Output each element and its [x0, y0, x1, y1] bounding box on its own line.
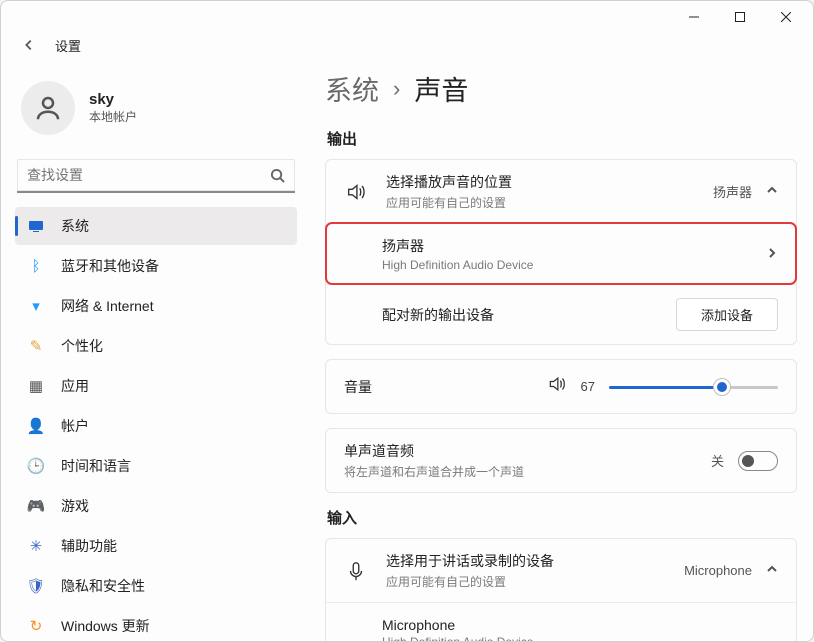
sidebar-item-label: 系统	[61, 216, 89, 236]
breadcrumb: 系统 › 声音	[325, 33, 797, 126]
sidebar-item-label: 隐私和安全性	[61, 576, 145, 596]
sidebar-item-system[interactable]: 系统	[15, 207, 297, 245]
gaming-icon: 🎮	[27, 497, 45, 515]
sidebar-item-bluetooth[interactable]: ᛒ 蓝牙和其他设备	[15, 247, 297, 285]
window-titlebar	[1, 1, 813, 33]
accounts-icon: 👤	[27, 417, 45, 435]
sidebar-item-apps[interactable]: ▦ 应用	[15, 367, 297, 405]
output-choose-row[interactable]: 选择播放声音的位置 应用可能有自己的设置 扬声器	[326, 160, 796, 223]
nav-list: 系统 ᛒ 蓝牙和其他设备 ▾ 网络 & Internet ✎ 个性化 ▦ 应用 👤 帐户 🕒 时间和语言…	[15, 207, 297, 633]
search-icon	[270, 168, 285, 183]
apps-icon: ▦	[27, 377, 45, 395]
volume-row[interactable]: 音量 67	[326, 360, 796, 413]
volume-value: 67	[581, 379, 595, 394]
sidebar-item-label: 游戏	[61, 496, 89, 516]
sidebar-item-privacy[interactable]: 🛡 隐私和安全性	[15, 567, 297, 605]
sidebar-item-accessibility[interactable]: ✳ 辅助功能	[15, 527, 297, 565]
output-choose-value: 扬声器	[713, 182, 752, 201]
breadcrumb-root[interactable]: 系统	[325, 69, 379, 108]
minimize-button[interactable]	[671, 1, 717, 33]
close-button[interactable]	[763, 1, 809, 33]
add-device-button[interactable]: 添加设备	[676, 298, 778, 331]
bluetooth-icon: ᛒ	[27, 257, 45, 275]
volume-card: 音量 67	[325, 359, 797, 414]
chevron-right-icon	[766, 247, 778, 262]
sidebar-item-label: 时间和语言	[61, 456, 131, 476]
output-device-sub: High Definition Audio Device	[382, 258, 748, 272]
mono-toggle[interactable]	[738, 451, 778, 471]
back-button[interactable]	[19, 35, 39, 55]
account-block[interactable]: sky 本地帐户	[15, 63, 297, 153]
sidebar-item-label: 辅助功能	[61, 536, 117, 556]
output-pair-title: 配对新的输出设备	[382, 305, 658, 325]
maximize-button[interactable]	[717, 1, 763, 33]
input-choose-sub: 应用可能有自己的设置	[386, 573, 666, 590]
sidebar-item-label: 个性化	[61, 336, 103, 356]
output-device-title: 扬声器	[382, 236, 748, 256]
input-device-title: Microphone	[382, 617, 778, 633]
chevron-right-icon: ›	[393, 76, 400, 102]
update-icon: ↻	[27, 617, 45, 633]
sidebar-item-label: 网络 & Internet	[61, 296, 154, 316]
accessibility-icon: ✳	[27, 537, 45, 555]
sidebar-item-label: 应用	[61, 376, 89, 396]
time-icon: 🕒	[27, 457, 45, 475]
sidebar-item-personalize[interactable]: ✎ 个性化	[15, 327, 297, 365]
volume-label: 音量	[344, 377, 434, 397]
sidebar-item-time[interactable]: 🕒 时间和语言	[15, 447, 297, 485]
sidebar-item-accounts[interactable]: 👤 帐户	[15, 407, 297, 445]
mono-title: 单声道音频	[344, 441, 693, 461]
output-choose-sub: 应用可能有自己的设置	[386, 194, 695, 211]
personalize-icon: ✎	[27, 337, 45, 355]
input-section-label: 输入	[327, 507, 797, 528]
input-choose-group: 选择用于讲话或录制的设备 应用可能有自己的设置 Microphone Micro…	[325, 538, 797, 641]
mono-card: 单声道音频 将左声道和右声道合并成一个声道 关	[325, 428, 797, 493]
microphone-icon	[344, 560, 368, 582]
sidebar-item-label: 帐户	[61, 416, 89, 436]
user-name: sky	[89, 91, 137, 108]
app-title: 设置	[55, 36, 81, 55]
avatar-icon	[21, 81, 75, 135]
mono-sub: 将左声道和右声道合并成一个声道	[344, 463, 693, 480]
breadcrumb-current: 声音	[414, 69, 468, 108]
input-device-sub: High Definition Audio Device	[382, 635, 778, 642]
sidebar-item-label: 蓝牙和其他设备	[61, 256, 159, 276]
search-field[interactable]	[27, 167, 270, 183]
output-choose-title: 选择播放声音的位置	[386, 172, 695, 192]
sidebar-item-label: Windows 更新	[61, 616, 150, 633]
input-choose-value: Microphone	[684, 563, 752, 578]
output-section-label: 输出	[327, 128, 797, 149]
input-device-row[interactable]: Microphone High Definition Audio Device	[326, 602, 796, 641]
user-type: 本地帐户	[89, 108, 137, 125]
input-choose-title: 选择用于讲话或录制的设备	[386, 551, 666, 571]
speaker-icon	[344, 181, 368, 203]
chevron-up-icon	[766, 184, 778, 199]
search-input[interactable]	[17, 159, 295, 193]
privacy-icon: 🛡	[27, 577, 45, 595]
mono-state: 关	[711, 451, 724, 470]
network-icon: ▾	[27, 297, 45, 315]
output-pair-row: 配对新的输出设备 添加设备	[326, 284, 796, 344]
sidebar-item-network[interactable]: ▾ 网络 & Internet	[15, 287, 297, 325]
mono-row[interactable]: 单声道音频 将左声道和右声道合并成一个声道 关	[326, 429, 796, 492]
volume-slider[interactable]	[609, 377, 778, 397]
sidebar-item-gaming[interactable]: 🎮 游戏	[15, 487, 297, 525]
sidebar-item-update[interactable]: ↻ Windows 更新	[15, 607, 297, 633]
volume-icon[interactable]	[547, 374, 567, 399]
chevron-up-icon	[766, 563, 778, 578]
output-choose-group: 选择播放声音的位置 应用可能有自己的设置 扬声器 扬声器 High Defini…	[325, 159, 797, 345]
system-icon	[27, 217, 45, 235]
input-choose-row[interactable]: 选择用于讲话或录制的设备 应用可能有自己的设置 Microphone	[326, 539, 796, 602]
output-device-row[interactable]: 扬声器 High Definition Audio Device	[326, 223, 796, 284]
